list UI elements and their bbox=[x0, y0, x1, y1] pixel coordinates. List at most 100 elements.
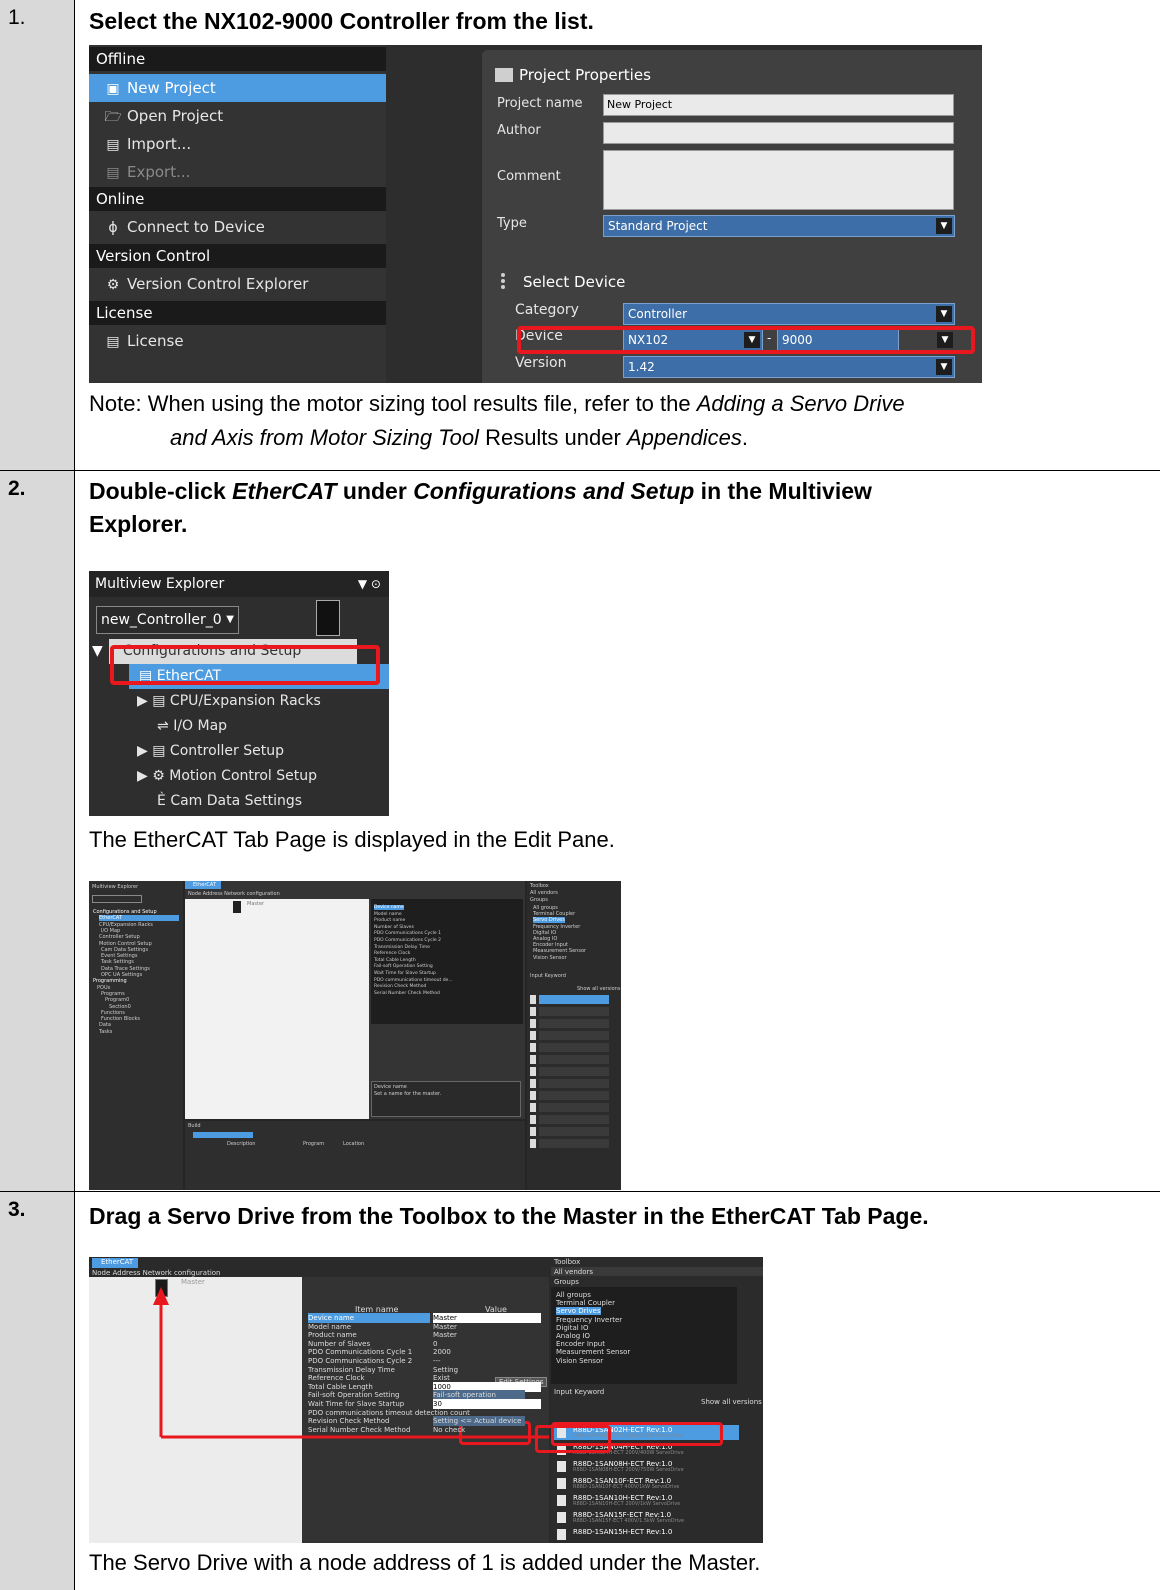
servo-drive-item[interactable] bbox=[539, 1067, 609, 1076]
tree-item[interactable]: I/O Map bbox=[101, 928, 120, 934]
controller-select[interactable] bbox=[92, 895, 142, 903]
connect-to-device-button[interactable]: ϕ Connect to Device bbox=[89, 213, 386, 241]
build-col-location: Location bbox=[343, 1141, 365, 1147]
tree-item[interactable]: Program0 bbox=[105, 997, 129, 1003]
project-name-field[interactable]: New Project bbox=[603, 94, 954, 116]
servo-drive-icon[interactable] bbox=[530, 1007, 536, 1016]
tree-item[interactable]: EtherCAT bbox=[99, 915, 179, 922]
controller-select[interactable]: new_Controller_0 ▼ bbox=[96, 606, 239, 634]
chevron-down-icon: ▼ bbox=[226, 614, 234, 625]
servo-drive-icon[interactable] bbox=[530, 1031, 536, 1040]
servo-drive-icon[interactable] bbox=[530, 1103, 536, 1112]
tree-item[interactable]: Programming bbox=[93, 978, 127, 984]
servo-drive-icon[interactable] bbox=[530, 1115, 536, 1124]
tree-item[interactable]: Data bbox=[99, 1022, 111, 1028]
tree-item[interactable]: Tasks bbox=[99, 1029, 112, 1035]
expand-arrow-icon: ▶ bbox=[137, 768, 148, 784]
chevron-down-icon: ▼ bbox=[936, 218, 952, 234]
step-number-cell: 2. bbox=[0, 471, 75, 1191]
servo-drive-icon[interactable] bbox=[530, 1067, 536, 1076]
tree-item[interactable]: Event Settings bbox=[101, 953, 137, 959]
version-control-icon: ⚙ bbox=[106, 277, 120, 293]
group-item[interactable]: Measurement Sensor bbox=[533, 948, 586, 954]
group-item[interactable]: Servo Drives bbox=[533, 917, 565, 924]
property-name: Fail-soft Operation Setting bbox=[374, 964, 433, 970]
tree-item-io-map[interactable]: ⇌ I/O Map bbox=[129, 714, 389, 739]
servo-drive-item[interactable] bbox=[539, 1007, 609, 1016]
servo-drive-item[interactable] bbox=[539, 1043, 609, 1052]
tree-item-cpu-racks[interactable]: ▶ ▤ CPU/Expansion Racks bbox=[129, 689, 389, 714]
group-item[interactable]: Digital IO bbox=[533, 930, 556, 936]
step-number: 3. bbox=[8, 1198, 26, 1221]
arrow-head-icon bbox=[153, 1287, 169, 1305]
servo-drive-item[interactable] bbox=[539, 1019, 609, 1028]
group-item[interactable]: All groups bbox=[533, 905, 558, 911]
property-value[interactable]: No check bbox=[433, 1425, 465, 1435]
tree-item[interactable]: Functions bbox=[101, 1010, 125, 1016]
network-canvas bbox=[185, 899, 369, 1119]
servo-drive-item[interactable] bbox=[539, 1103, 609, 1112]
tree-item[interactable]: Programs bbox=[101, 991, 125, 997]
io-map-icon: ⇌ bbox=[157, 718, 169, 734]
tree-item[interactable]: Function Blocks bbox=[101, 1016, 140, 1022]
open-project-button[interactable]: 🗁 Open Project bbox=[89, 102, 386, 130]
servo-drive-item[interactable] bbox=[539, 1031, 609, 1040]
group-item[interactable]: Analog IO bbox=[533, 936, 557, 942]
tree-item-controller-setup[interactable]: ▶ ▤ Controller Setup bbox=[129, 739, 389, 764]
servo-drive-icon[interactable] bbox=[530, 1043, 536, 1052]
toolbox-title: Toolbox bbox=[530, 883, 549, 889]
servo-drive-icon[interactable] bbox=[530, 1055, 536, 1064]
servo-drive-item[interactable] bbox=[539, 1079, 609, 1088]
explorer-title: Multiview Explorer bbox=[92, 884, 139, 890]
tree-item[interactable]: Section0 bbox=[109, 1004, 131, 1010]
group-item[interactable]: Frequency Inverter bbox=[533, 924, 580, 930]
tree-item[interactable]: Controller Setup bbox=[99, 934, 140, 940]
servo-drive-item[interactable] bbox=[539, 995, 609, 1004]
group-item[interactable]: Vision Sensor bbox=[533, 955, 567, 961]
tree-item[interactable]: Configurations and Setup bbox=[93, 909, 157, 915]
group-item[interactable]: Encoder Input bbox=[533, 942, 568, 948]
tree-item[interactable]: Cam Data Settings bbox=[101, 947, 148, 953]
tree-item[interactable]: Task Settings bbox=[101, 959, 134, 965]
new-project-button[interactable]: ▣ New Project bbox=[89, 74, 386, 102]
license-button[interactable]: ▤ License bbox=[89, 327, 386, 355]
build-filter[interactable] bbox=[193, 1132, 253, 1138]
type-dropdown[interactable]: Standard Project ▼ bbox=[603, 215, 955, 237]
vendor-select[interactable]: All vendors bbox=[530, 890, 558, 896]
author-field[interactable] bbox=[603, 122, 954, 144]
pin-icon[interactable]: ▼ ⊙ bbox=[358, 571, 381, 597]
export-button[interactable]: ▤ Export... bbox=[89, 158, 386, 186]
comment-field[interactable] bbox=[603, 150, 954, 210]
master-label: Master bbox=[247, 901, 265, 907]
servo-drive-item[interactable] bbox=[539, 1139, 609, 1148]
servo-drive-item[interactable] bbox=[539, 1127, 609, 1136]
input-keyword[interactable]: Input Keyword bbox=[530, 973, 566, 979]
servo-drive-icon[interactable] bbox=[530, 1019, 536, 1028]
version-control-explorer-button[interactable]: ⚙ Version Control Explorer bbox=[89, 270, 386, 298]
tree-item[interactable]: Motion Control Setup bbox=[99, 941, 152, 947]
servo-drive-item[interactable] bbox=[539, 1091, 609, 1100]
version-dropdown[interactable]: 1.42 ▼ bbox=[623, 356, 955, 378]
comment-label: Comment bbox=[497, 169, 561, 184]
tree-item-cam-data[interactable]: Ѐ Cam Data Settings bbox=[129, 789, 389, 814]
master-icon[interactable] bbox=[233, 901, 241, 913]
servo-drive-item[interactable] bbox=[539, 1115, 609, 1124]
servo-drive-item[interactable] bbox=[539, 1055, 609, 1064]
servo-drive-icon[interactable] bbox=[530, 1079, 536, 1088]
servo-drive-icon[interactable] bbox=[530, 1127, 536, 1136]
tree-item[interactable]: POUs bbox=[97, 985, 110, 991]
device-highlight bbox=[517, 326, 975, 354]
show-all-versions[interactable]: Show all versions bbox=[577, 986, 620, 992]
tree-item[interactable]: Data Trace Settings bbox=[101, 966, 150, 972]
tree-item[interactable]: CPU/Expansion Racks bbox=[99, 922, 153, 928]
tree-item[interactable]: OPC UA Settings bbox=[101, 972, 142, 978]
group-item[interactable]: Terminal Coupler bbox=[533, 911, 575, 917]
servo-drive-icon[interactable] bbox=[530, 1139, 536, 1148]
property-name: PDO Communications Cycle 1 bbox=[374, 931, 441, 937]
import-button[interactable]: ▤ Import... bbox=[89, 130, 386, 158]
servo-drive-icon[interactable] bbox=[530, 995, 536, 1004]
category-dropdown[interactable]: Controller ▼ bbox=[623, 303, 955, 325]
tree-item-motion-control[interactable]: ▶ ⚙ Motion Control Setup bbox=[129, 764, 389, 789]
step-note: Note: When using the motor sizing tool r… bbox=[89, 391, 905, 450]
servo-drive-icon[interactable] bbox=[530, 1091, 536, 1100]
